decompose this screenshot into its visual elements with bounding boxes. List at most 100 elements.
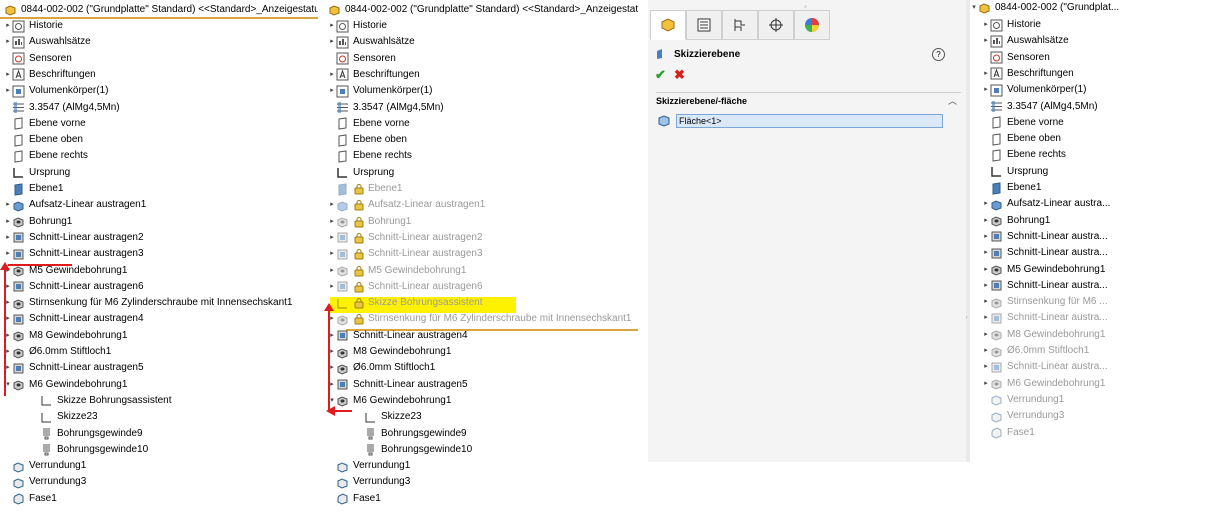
tree-item[interactable]: Ebene rechts: [982, 147, 1066, 163]
tree-item[interactable]: ▸ Schnitt-Linear austra...: [982, 229, 1108, 245]
expand-arrow-icon[interactable]: ▸: [328, 18, 336, 34]
expand-arrow-icon[interactable]: ▸: [328, 230, 336, 246]
tree-item[interactable]: ▸ Stirnsenkung für M6 Zylinderschraube mi…: [328, 311, 631, 327]
tree-item[interactable]: Verrundung3: [4, 474, 86, 490]
tree-item[interactable]: Skizze Bohrungsassistent: [32, 393, 172, 409]
expand-arrow-icon[interactable]: ▸: [328, 197, 336, 213]
expand-arrow-icon[interactable]: ▸: [328, 214, 336, 230]
cancel-button[interactable]: ✖: [674, 67, 685, 83]
expand-arrow-icon[interactable]: ▸: [982, 343, 990, 359]
tree-item[interactable]: ▸ Schnitt-Linear austragen4: [4, 311, 144, 327]
tree-item[interactable]: ▸ Schnitt-Linear austragen5: [328, 377, 468, 393]
tree-item[interactable]: ▸ Auswahlsätze: [982, 33, 1069, 49]
tab-display-manager[interactable]: [794, 10, 830, 40]
collapse-chevron-icon[interactable]: ︿: [948, 94, 957, 107]
expand-arrow-icon[interactable]: ▸: [328, 83, 336, 99]
tree-item[interactable]: ▸ M8 Gewindebohrung1: [982, 327, 1105, 343]
tree-item[interactable]: ▸ Volumenkörper(1): [328, 83, 432, 99]
expand-arrow-icon[interactable]: ▸: [982, 310, 990, 326]
expand-arrow-icon[interactable]: ▸: [328, 246, 336, 262]
tree-item[interactable]: Ebene rechts: [328, 148, 412, 164]
tree-item[interactable]: ▸ Bohrung1: [982, 213, 1050, 229]
expand-arrow-icon[interactable]: ▸: [982, 229, 990, 245]
tree-item[interactable]: ▸ Beschriftungen: [982, 66, 1074, 82]
tree-item[interactable]: Ebene vorne: [328, 116, 410, 132]
tree-item[interactable]: ▸ Stirnsenkung für M6 ...: [982, 294, 1108, 310]
tree-item[interactable]: Bohrungsgewinde10: [356, 442, 472, 458]
expand-arrow-icon[interactable]: ▸: [4, 246, 12, 262]
tree-item[interactable]: Ursprung: [4, 165, 70, 181]
tree-item[interactable]: Skizze23: [356, 409, 422, 425]
tree-item[interactable]: ▸ M8 Gewindebohrung1: [328, 344, 451, 360]
tab-property-manager[interactable]: [686, 10, 722, 40]
tree-item[interactable]: ▸ Historie: [328, 18, 387, 34]
tree-item[interactable]: ▸ Schnitt-Linear austragen3: [328, 246, 483, 262]
tree-item[interactable]: Skizze Bohrungsassistent: [328, 295, 483, 311]
expand-arrow-icon[interactable]: ▸: [4, 34, 12, 50]
tree-item[interactable]: ▸ Beschriftungen: [328, 67, 420, 83]
tree-item[interactable]: ▸ Ø6.0mm Stiftloch1: [982, 343, 1089, 359]
tab-dimxpert-manager[interactable]: [758, 10, 794, 40]
tree-root[interactable]: 0844-002-002 ("Grundplatte" Standard) <<…: [328, 2, 638, 18]
tree-item[interactable]: ▸ Auswahlsätze: [328, 34, 415, 50]
tree-item[interactable]: ▸ Volumenkörper(1): [982, 82, 1086, 98]
tree-item[interactable]: Bohrungsgewinde9: [32, 426, 143, 442]
tree-item[interactable]: ▾ M6 Gewindebohrung1: [328, 393, 451, 409]
tree-item[interactable]: ▸ Schnitt-Linear austragen3: [4, 246, 144, 262]
tree-item[interactable]: ▸ Historie: [4, 18, 63, 34]
expand-arrow-icon[interactable]: ▸: [982, 376, 990, 392]
tree-item[interactable]: Ebene oben: [982, 131, 1061, 147]
tree-item[interactable]: Ebene oben: [328, 132, 407, 148]
tree-item[interactable]: ▸ Bohrung1: [4, 214, 72, 230]
tree-item[interactable]: ▸ M5 Gewindebohrung1: [982, 262, 1105, 278]
tree-item[interactable]: ▸ Schnitt-Linear austra...: [982, 245, 1108, 261]
expand-arrow-icon[interactable]: ▸: [4, 230, 12, 246]
tree-item[interactable]: Ebene vorne: [4, 116, 86, 132]
expand-arrow-icon[interactable]: ▸: [4, 197, 12, 213]
tree-item[interactable]: ▸ M6 Gewindebohrung1: [982, 376, 1105, 392]
tree-item[interactable]: 3.3547 (AlMg4,5Mn): [4, 100, 120, 116]
tree-item[interactable]: Ebene1: [4, 181, 63, 197]
expand-arrow-icon[interactable]: ▸: [4, 214, 12, 230]
tree-item[interactable]: Bohrungsgewinde10: [32, 442, 148, 458]
tree-item[interactable]: Sensoren: [982, 50, 1050, 66]
tree-item[interactable]: Bohrungsgewinde9: [356, 426, 467, 442]
tree-item[interactable]: Ursprung: [328, 165, 394, 181]
tree-item[interactable]: Verrundung3: [328, 474, 410, 490]
expand-arrow-icon[interactable]: ▸: [982, 82, 990, 98]
tree-item[interactable]: Verrundung3: [982, 408, 1064, 424]
tree-item[interactable]: ▸ Historie: [982, 17, 1041, 33]
tree-item[interactable]: ▸ Schnitt-Linear austra...: [982, 278, 1108, 294]
tree-item[interactable]: ▸ M8 Gewindebohrung1: [4, 328, 127, 344]
tree-item[interactable]: ▸ M5 Gewindebohrung1: [328, 263, 466, 279]
tree-item[interactable]: Ebene rechts: [4, 148, 88, 164]
tree-item[interactable]: ▸ Ø6.0mm Stiftloch1: [4, 344, 111, 360]
tree-item[interactable]: Ebene vorne: [982, 115, 1064, 131]
tree-root[interactable]: ▾ 0844-002-002 ("Grundplat...: [970, 0, 1119, 16]
tree-item[interactable]: Verrundung1: [328, 458, 410, 474]
tree-item[interactable]: Sensoren: [328, 51, 396, 67]
tree-item[interactable]: ▸ Schnitt-Linear austra...: [982, 310, 1108, 326]
tab-feature-manager[interactable]: [650, 10, 686, 40]
expand-arrow-icon[interactable]: ▸: [328, 34, 336, 50]
tree-item[interactable]: Ebene oben: [4, 132, 83, 148]
tree-item[interactable]: Fase1: [4, 491, 57, 507]
tree-item[interactable]: ▸ Schnitt-Linear austra...: [982, 359, 1108, 375]
splitter[interactable]: [966, 0, 970, 462]
tree-item[interactable]: ▸ Aufsatz-Linear austragen1: [328, 197, 485, 213]
tree-item[interactable]: 3.3547 (AlMg4,5Mn): [328, 100, 444, 116]
tree-item[interactable]: ▸ Aufsatz-Linear austragen1: [4, 197, 146, 213]
tree-item[interactable]: Verrundung1: [4, 458, 86, 474]
expand-arrow-icon[interactable]: ▸: [982, 196, 990, 212]
expand-arrow-icon[interactable]: ▸: [982, 278, 990, 294]
expand-arrow-icon[interactable]: ▸: [982, 17, 990, 33]
tree-item[interactable]: ▸ Beschriftungen: [4, 67, 96, 83]
expand-arrow-icon[interactable]: ▸: [982, 327, 990, 343]
tree-item[interactable]: ▸ Schnitt-Linear austragen2: [4, 230, 144, 246]
tree-item[interactable]: ▸ Schnitt-Linear austragen4: [328, 328, 468, 344]
tab-configuration-manager[interactable]: [722, 10, 758, 40]
tree-item[interactable]: ▸ Ø6.0mm Stiftloch1: [328, 360, 435, 376]
tree-item[interactable]: ▸ Volumenkörper(1): [4, 83, 108, 99]
ok-button[interactable]: ✔: [655, 67, 666, 83]
expand-arrow-icon[interactable]: ▸: [982, 66, 990, 82]
